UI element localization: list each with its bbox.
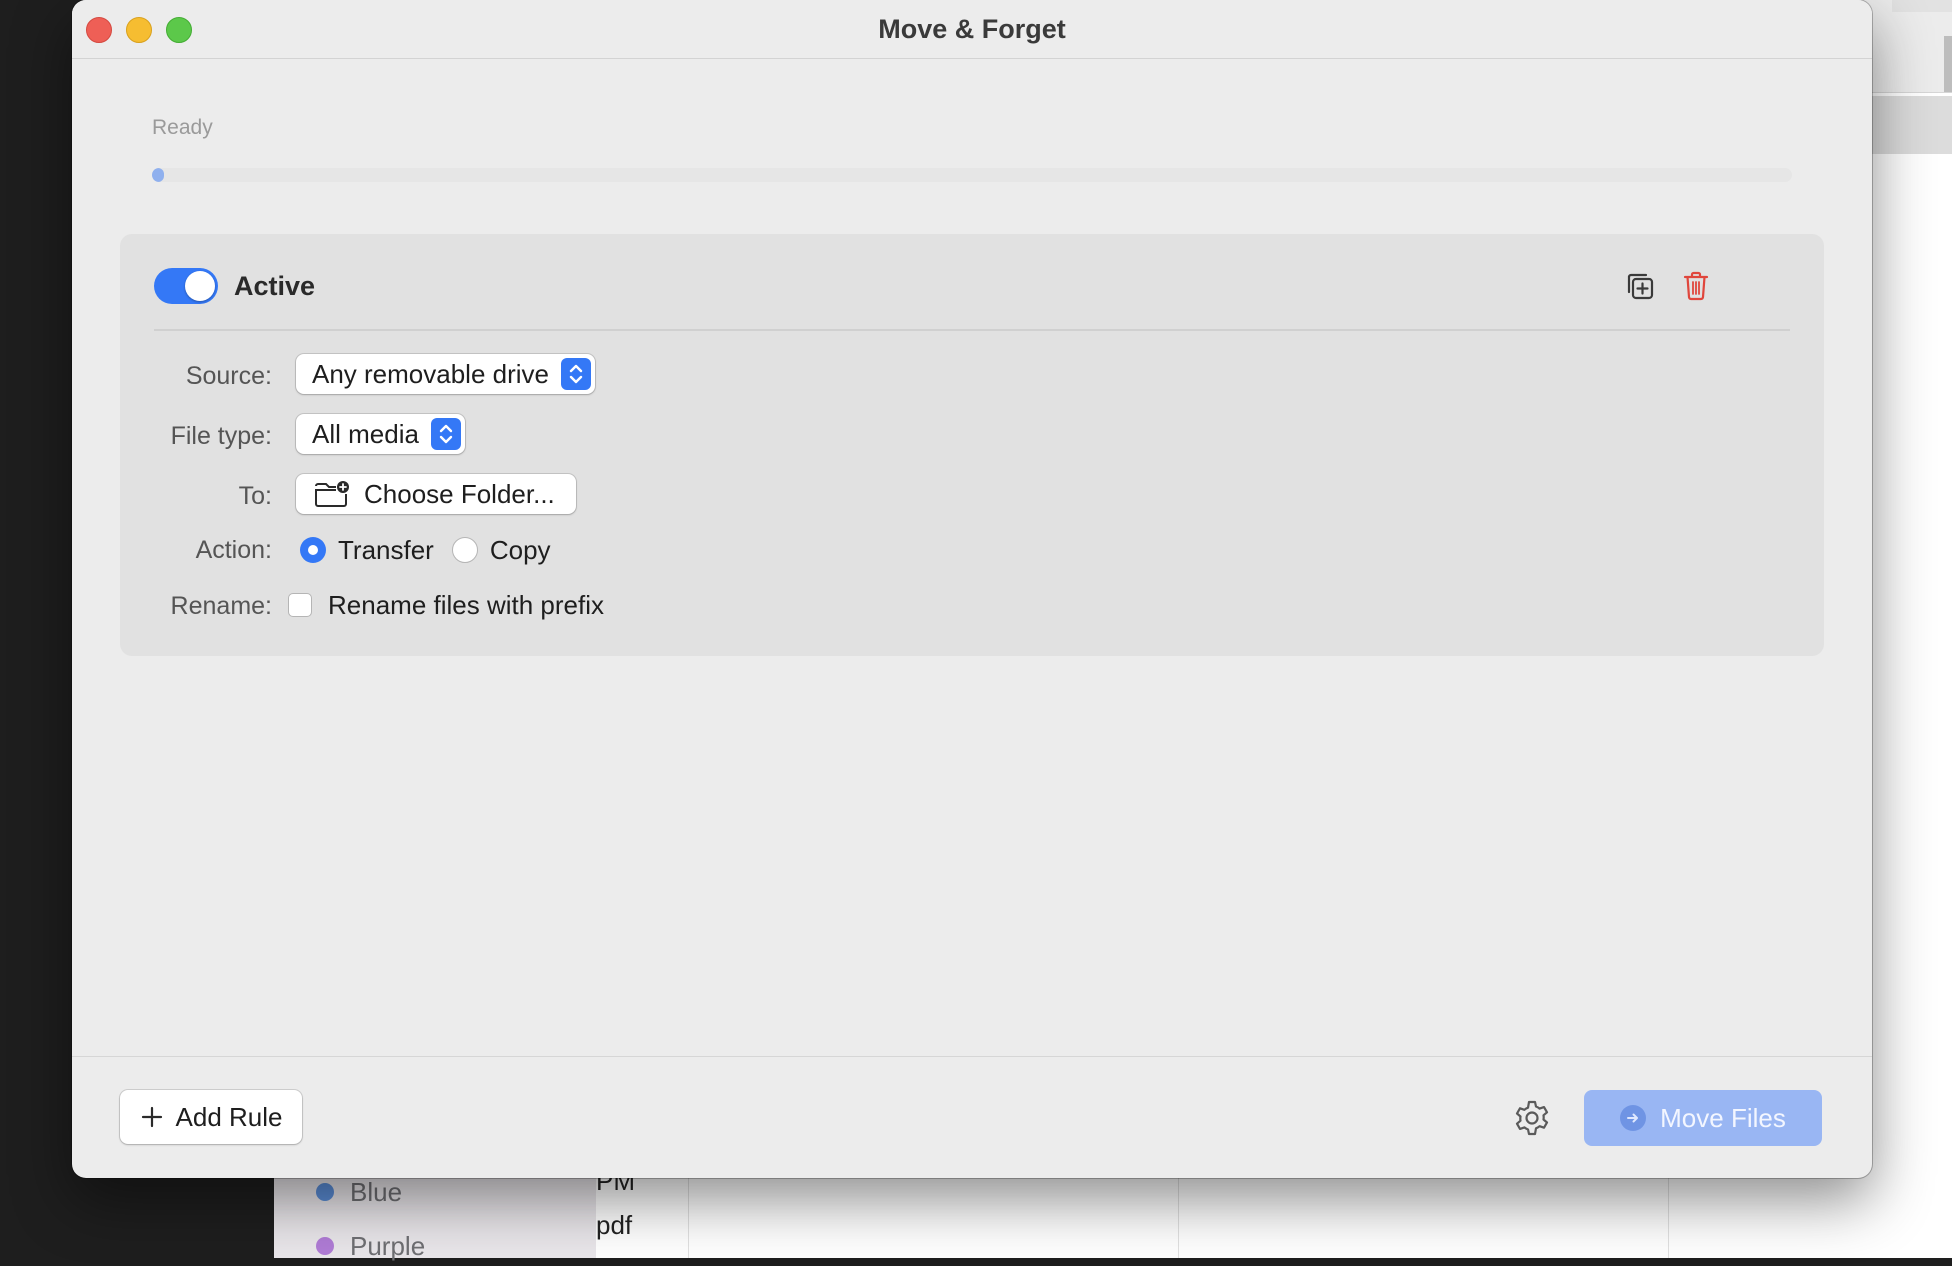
add-rule-button[interactable]: Add Rule bbox=[120, 1090, 302, 1144]
active-toggle[interactable] bbox=[154, 268, 218, 304]
rename-checkbox-label: Rename files with prefix bbox=[328, 589, 604, 620]
footer-divider bbox=[72, 1056, 1872, 1057]
list-cell: pdf bbox=[596, 1210, 633, 1240]
choose-folder-button[interactable]: Choose Folder... bbox=[296, 474, 576, 514]
radio-unselected-icon bbox=[451, 537, 478, 563]
checkbox-box bbox=[288, 593, 312, 617]
tag-dot-icon bbox=[316, 1237, 334, 1255]
main-window: Move & Forget Ready Active Source: Any r… bbox=[72, 0, 1872, 1178]
delete-rule-button[interactable] bbox=[1678, 268, 1714, 304]
tag-label: Purple bbox=[350, 1230, 426, 1261]
file-type-label: File type: bbox=[170, 422, 272, 450]
folder-badge-plus-icon bbox=[315, 481, 349, 507]
gear-icon bbox=[1515, 1100, 1549, 1136]
radio-selected-icon bbox=[300, 537, 326, 563]
source-popup[interactable]: Any removable drive bbox=[296, 354, 595, 394]
title-bar: Move & Forget bbox=[72, 0, 1872, 59]
rule-card: Active Source: Any removable drive File … bbox=[120, 234, 1824, 656]
background-tab-edge bbox=[1892, 0, 1952, 12]
radio-copy[interactable]: Copy bbox=[451, 534, 551, 566]
move-files-button[interactable]: Move Files bbox=[1584, 1090, 1822, 1146]
tag-label: Blue bbox=[350, 1176, 403, 1207]
card-divider bbox=[154, 329, 1790, 331]
trash-icon bbox=[1683, 271, 1709, 301]
source-label: Source: bbox=[185, 362, 272, 390]
move-files-label: Move Files bbox=[1660, 1102, 1786, 1133]
progress-bar bbox=[152, 168, 1792, 182]
rename-checkbox[interactable]: Rename files with prefix bbox=[288, 588, 604, 622]
plus-icon bbox=[141, 1106, 162, 1128]
file-type-popup[interactable]: All media bbox=[296, 414, 465, 454]
file-type-value: All media bbox=[312, 418, 419, 449]
settings-button[interactable] bbox=[1512, 1098, 1552, 1138]
sidebar-tag-blue[interactable]: Blue bbox=[316, 1172, 402, 1212]
toggle-knob bbox=[185, 271, 215, 301]
tag-dot-icon bbox=[316, 1183, 334, 1201]
duplicate-icon bbox=[1627, 273, 1654, 300]
source-value: Any removable drive bbox=[312, 358, 549, 389]
status-text: Ready bbox=[152, 116, 213, 139]
radio-copy-label: Copy bbox=[489, 534, 551, 565]
window-title: Move & Forget bbox=[878, 14, 1066, 44]
background-toolbar-edge bbox=[1944, 36, 1952, 92]
choose-folder-label: Choose Folder... bbox=[364, 478, 555, 509]
arrow-right-circle-icon bbox=[1620, 1105, 1647, 1131]
chevron-up-down-icon bbox=[561, 358, 591, 390]
radio-transfer[interactable]: Transfer bbox=[300, 535, 434, 566]
chevron-up-down-icon bbox=[430, 418, 461, 450]
duplicate-rule-button[interactable] bbox=[1622, 268, 1658, 304]
radio-transfer-label: Transfer bbox=[338, 534, 434, 565]
action-radio-group: Transfer Copy bbox=[300, 530, 569, 570]
active-label: Active bbox=[234, 271, 316, 301]
add-rule-label: Add Rule bbox=[175, 1101, 283, 1132]
progress-fill bbox=[152, 168, 164, 182]
sidebar-tag-purple[interactable]: Purple bbox=[316, 1226, 425, 1266]
rename-label: Rename: bbox=[170, 592, 272, 620]
to-label: To: bbox=[238, 482, 272, 510]
action-label: Action: bbox=[195, 536, 272, 564]
